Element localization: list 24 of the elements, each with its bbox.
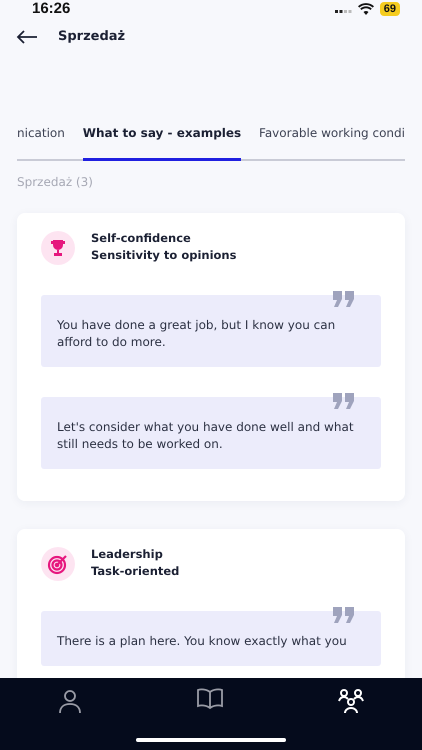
status-time: 16:26 [32, 0, 70, 17]
team-icon [337, 688, 366, 714]
section-title: Sprzedaż (3) [17, 175, 94, 189]
battery-level: 69 [380, 2, 400, 16]
card-subtitle: Sensitivity to opinions [91, 248, 236, 262]
card-title: Self-confidence [91, 231, 192, 245]
page-title: Sprzedaż [58, 29, 126, 44]
person-icon [56, 688, 83, 714]
quote-text: You have done a great job, but I know you can afford to do more. [57, 317, 336, 351]
quote-mark-icon [333, 291, 355, 307]
quote-mark-icon [333, 393, 355, 409]
book-icon [196, 688, 224, 710]
quote-text: Let's consider what you have done well and what still needs to be worked on. [57, 419, 355, 453]
trophy-icon [49, 239, 67, 257]
tab[interactable]: What to say - examples [82, 118, 242, 161]
target-icon [47, 553, 69, 575]
quote-mark-icon [333, 607, 355, 623]
tab[interactable]: nication [17, 118, 65, 161]
quote-text: There is a plan here. You know exactly what you [57, 633, 348, 650]
card-title: Leadership [91, 547, 164, 561]
back-arrow-icon[interactable] [16, 30, 38, 44]
wifi-icon [358, 2, 374, 14]
card-subtitle: Task-oriented [91, 564, 180, 578]
tab[interactable]: Favorable working condi [259, 118, 405, 161]
